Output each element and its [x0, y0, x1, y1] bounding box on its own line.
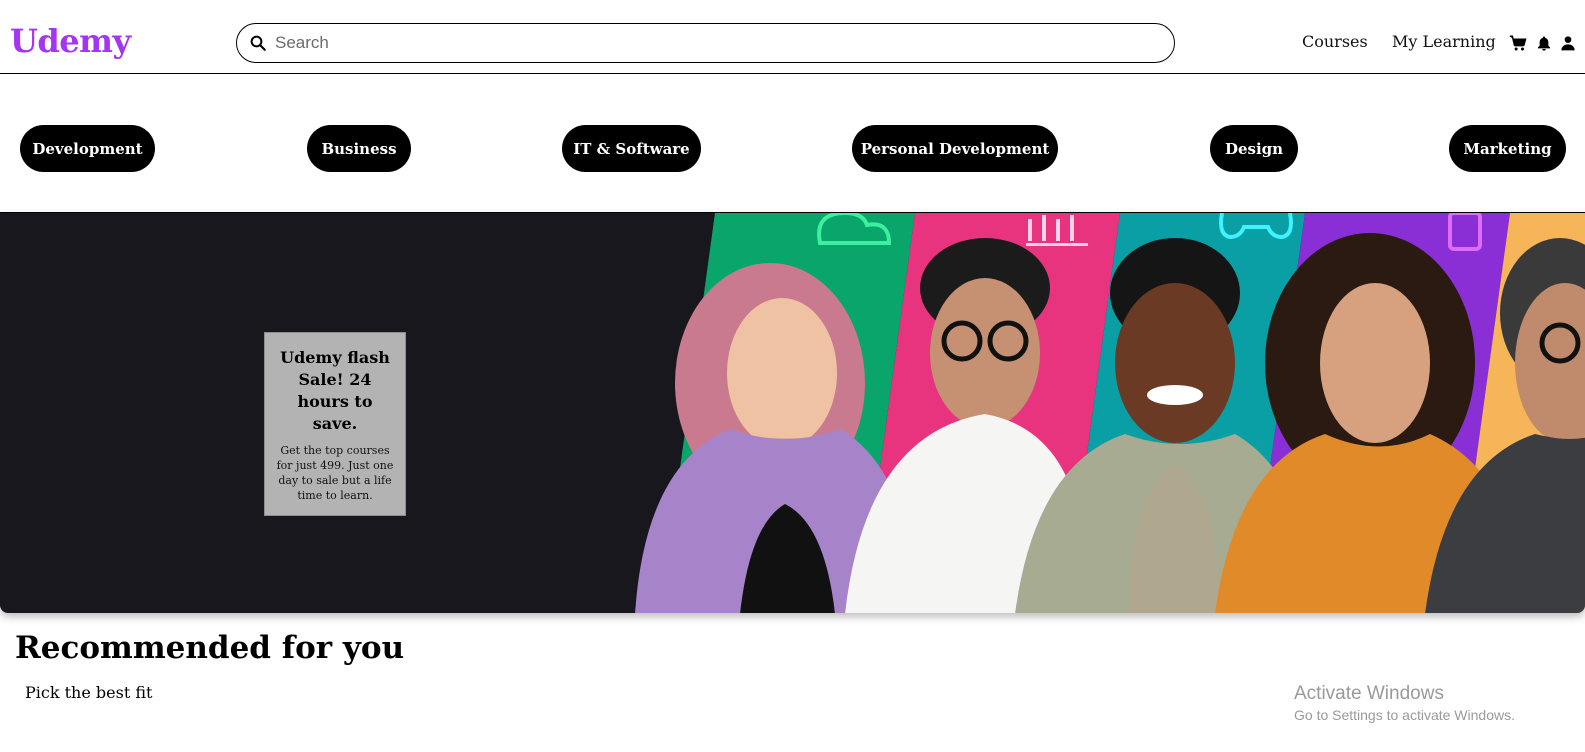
bell-icon[interactable]: [1536, 34, 1552, 52]
hero-banner: Udemy flash Sale! 24 hours to save. Get …: [0, 212, 1585, 613]
promo-card: Udemy flash Sale! 24 hours to save. Get …: [264, 332, 406, 516]
recommended-heading: Recommended for you: [15, 630, 405, 666]
udemy-logo[interactable]: Udemy: [10, 22, 131, 60]
cart-icon[interactable]: [1509, 34, 1527, 52]
promo-text: Get the top courses for just 499. Just o…: [276, 444, 394, 502]
nav-courses-link[interactable]: Courses: [1302, 32, 1368, 51]
category-development[interactable]: Development: [20, 125, 155, 172]
activate-windows-title: Activate Windows: [1294, 683, 1444, 704]
banner-people-image: [635, 213, 1585, 613]
search-bar[interactable]: [236, 23, 1175, 63]
category-marketing[interactable]: Marketing: [1449, 125, 1566, 172]
promo-title: Udemy flash Sale! 24 hours to save.: [280, 348, 390, 433]
user-icon[interactable]: [1560, 34, 1576, 52]
nav-my-learning-link[interactable]: My Learning: [1392, 32, 1496, 51]
activate-windows-subtitle: Go to Settings to activate Windows.: [1294, 707, 1515, 723]
search-icon: [250, 35, 266, 51]
category-personal-development[interactable]: Personal Development: [852, 125, 1058, 172]
top-header: Udemy Courses My Learning: [0, 0, 1585, 74]
search-input[interactable]: [275, 33, 1155, 53]
category-it-software[interactable]: IT & Software: [562, 125, 701, 172]
category-design[interactable]: Design: [1210, 125, 1298, 172]
category-business[interactable]: Business: [307, 125, 411, 172]
recommended-subtitle: Pick the best fit: [25, 683, 153, 702]
